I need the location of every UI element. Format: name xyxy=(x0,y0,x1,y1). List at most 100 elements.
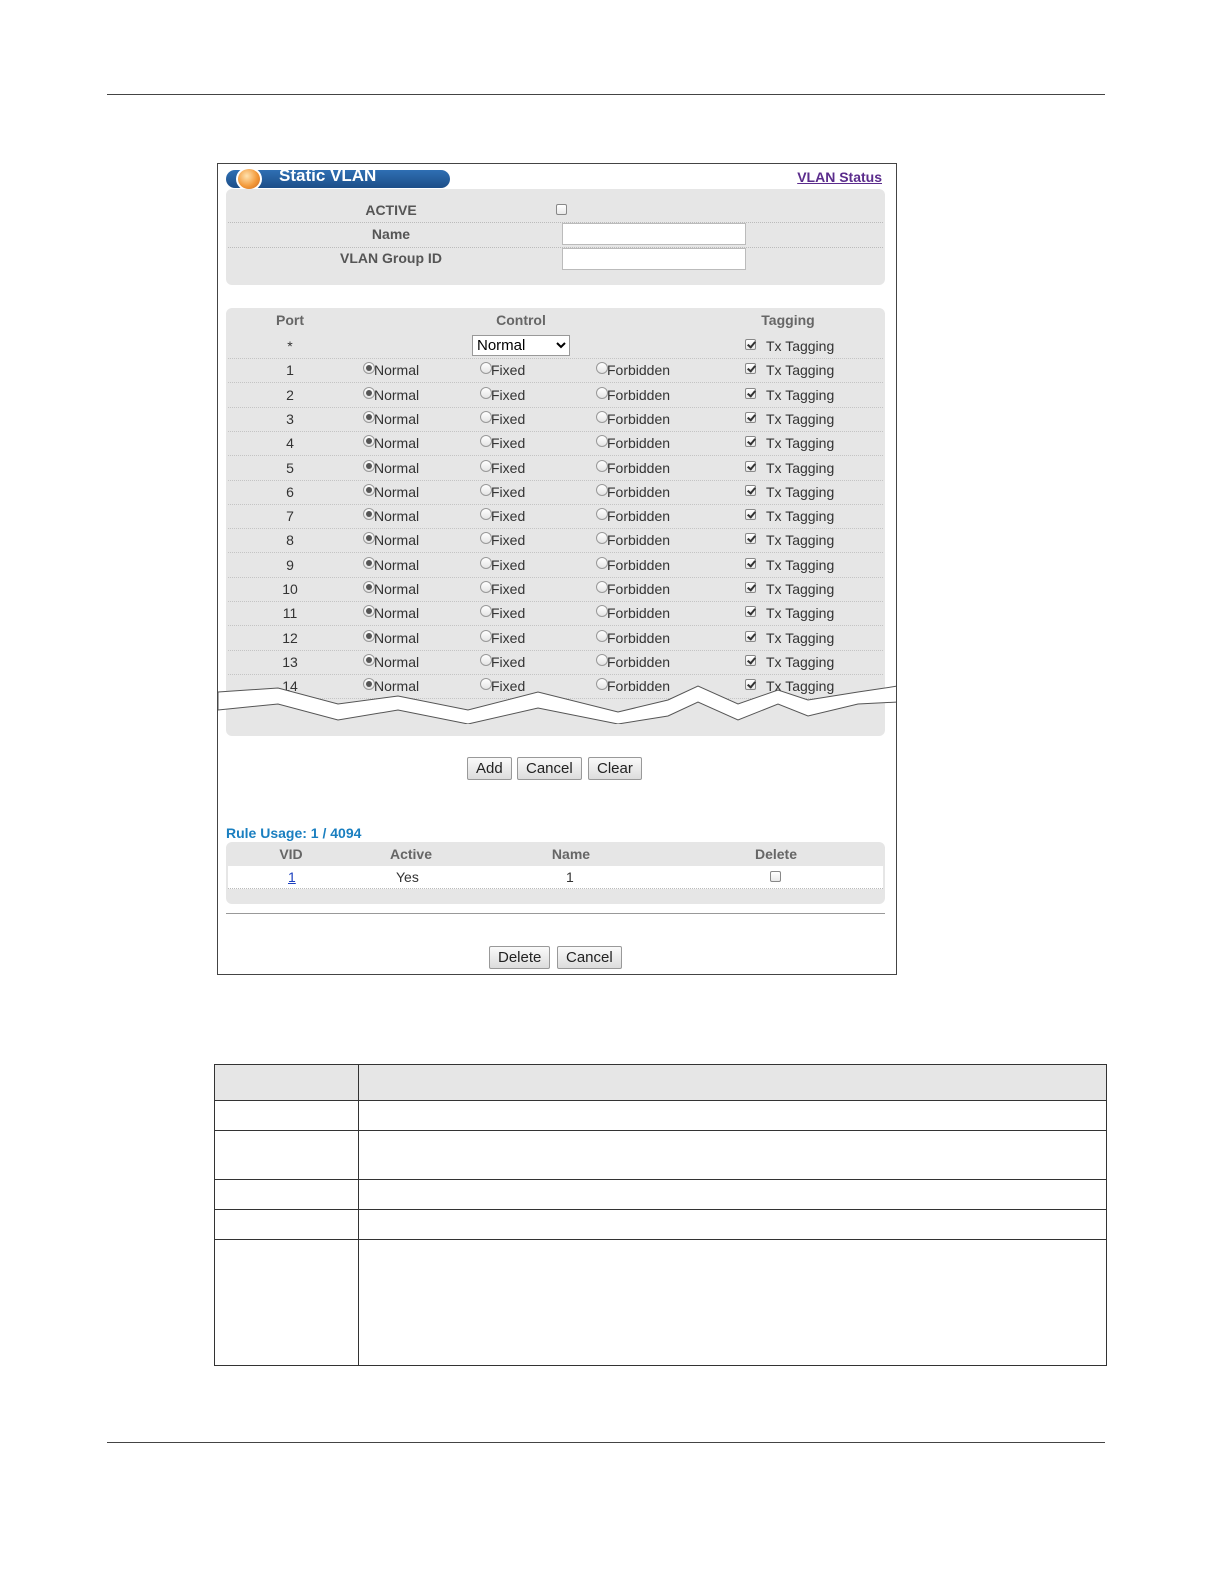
port-number: 3 xyxy=(286,410,294,427)
cancel-delete-button[interactable]: Cancel xyxy=(557,946,622,969)
tx-tagging-checkbox[interactable] xyxy=(745,436,756,448)
add-button[interactable]: Add xyxy=(467,757,512,780)
port-number: 11 xyxy=(282,605,298,622)
control-all-select[interactable]: Normal xyxy=(472,335,570,356)
tx-tagging-label: Tx Tagging xyxy=(766,532,835,549)
port-row: 2 Normal Fixed Forbidden Tx Tagging xyxy=(228,383,883,408)
name-row: Name xyxy=(228,223,883,248)
normal-label: Normal xyxy=(374,605,420,622)
port-number: 4 xyxy=(286,435,294,452)
table-cell xyxy=(358,1130,1107,1180)
table-cell xyxy=(358,1239,1107,1366)
tx-tagging-checkbox[interactable] xyxy=(745,606,756,618)
delete-button[interactable]: Delete xyxy=(489,946,551,969)
vid-link[interactable]: 1 xyxy=(288,869,296,885)
table-cell xyxy=(214,1239,359,1366)
cancel-button[interactable]: Cancel xyxy=(517,757,582,780)
tx-tagging-label: Tx Tagging xyxy=(766,459,835,476)
forbidden-label: Forbidden xyxy=(607,435,671,452)
table-cell xyxy=(358,1100,1107,1131)
vlan-status-link[interactable]: VLAN Status xyxy=(797,169,882,185)
table-cell xyxy=(214,1209,359,1240)
forbidden-label: Forbidden xyxy=(607,532,671,549)
tx-tagging-label: Tx Tagging xyxy=(766,629,835,646)
tx-tagging-all-checkbox[interactable] xyxy=(745,339,756,350)
tx-tagging-checkbox[interactable] xyxy=(745,654,756,666)
fixed-label: Fixed xyxy=(491,581,526,597)
active-row: ACTIVE xyxy=(228,198,883,223)
active-label: ACTIVE xyxy=(365,202,417,218)
forbidden-label: Forbidden xyxy=(607,556,671,573)
group-label: VLAN Group ID xyxy=(340,250,442,266)
delete-checkbox[interactable] xyxy=(770,871,781,882)
normal-label: Normal xyxy=(374,410,420,427)
name-input[interactable] xyxy=(562,223,746,245)
tx-tagging-label: Tx Tagging xyxy=(766,653,835,670)
tx-tagging-checkbox[interactable] xyxy=(745,533,756,545)
tx-tagging-label: Tx Tagging xyxy=(766,508,835,525)
normal-label: Normal xyxy=(374,532,420,549)
tx-tagging-label: Tx Tagging xyxy=(766,581,835,597)
port-number: 12 xyxy=(282,629,298,646)
settings-panel: ACTIVE Name VLAN Group ID xyxy=(226,189,885,285)
port-number: 10 xyxy=(282,581,298,597)
port-row: 1 Normal Fixed Forbidden Tx Tagging xyxy=(228,358,883,384)
normal-label: Normal xyxy=(374,435,420,452)
tx-tagging-label: Tx Tagging xyxy=(766,435,835,452)
normal-label: Normal xyxy=(374,483,420,500)
normal-label: Normal xyxy=(374,581,420,597)
clear-button[interactable]: Clear xyxy=(588,757,642,780)
tx-tagging-checkbox[interactable] xyxy=(745,484,756,496)
active-checkbox[interactable] xyxy=(556,204,567,215)
orb-icon xyxy=(236,167,262,191)
forbidden-label: Forbidden xyxy=(607,653,671,670)
port-row: 13 Normal Fixed Forbidden Tx Tagging xyxy=(228,650,883,675)
forbidden-label: Forbidden xyxy=(607,410,671,427)
header-control: Control xyxy=(496,312,546,328)
fixed-label: Fixed xyxy=(491,605,526,622)
header-tagging: Tagging xyxy=(761,312,815,328)
vlan-active: Yes xyxy=(396,869,419,885)
bottom-rule xyxy=(107,1442,1105,1443)
tx-tagging-checkbox[interactable] xyxy=(745,460,756,472)
header-vid: VID xyxy=(279,846,303,862)
forbidden-label: Forbidden xyxy=(607,605,671,622)
table-cell xyxy=(358,1064,1107,1101)
port-number: 5 xyxy=(286,459,294,476)
fixed-label: Fixed xyxy=(491,556,526,573)
port-row: 9 Normal Fixed Forbidden Tx Tagging xyxy=(228,553,883,578)
tx-tagging-label: Tx Tagging xyxy=(766,410,835,427)
description-table xyxy=(214,1064,1107,1366)
forbidden-label: Forbidden xyxy=(607,629,671,646)
header-delete: Delete xyxy=(754,846,798,862)
tx-tagging-checkbox[interactable] xyxy=(745,411,756,423)
port-number: * xyxy=(287,338,293,354)
normal-label: Normal xyxy=(374,459,420,476)
port-number: 6 xyxy=(286,483,294,500)
table-cell xyxy=(358,1179,1107,1210)
port-row: 4 Normal Fixed Forbidden Tx Tagging xyxy=(228,431,883,457)
tx-tagging-label: Tx Tagging xyxy=(766,386,835,403)
tx-tagging-checkbox[interactable] xyxy=(745,387,756,399)
tx-tagging-checkbox[interactable] xyxy=(745,582,756,593)
group-id-input[interactable] xyxy=(562,248,746,270)
forbidden-label: Forbidden xyxy=(607,508,671,525)
fixed-label: Fixed xyxy=(491,410,526,427)
port-row: 5 Normal Fixed Forbidden Tx Tagging xyxy=(228,456,883,481)
tx-tagging-checkbox[interactable] xyxy=(745,509,756,521)
fixed-label: Fixed xyxy=(491,508,526,525)
vlan-list-panel: VID Active Name Delete 1 Yes 1 xyxy=(226,842,885,904)
forbidden-label: Forbidden xyxy=(607,581,671,597)
forbidden-label: Forbidden xyxy=(607,483,671,500)
fixed-label: Fixed xyxy=(491,459,526,476)
port-row: 12 Normal Fixed Forbidden Tx Tagging xyxy=(228,626,883,651)
port-row: 8 Normal Fixed Forbidden Tx Tagging xyxy=(228,528,883,554)
top-rule xyxy=(107,94,1105,95)
fixed-label: Fixed xyxy=(491,483,526,500)
rule-usage: Rule Usage: 1 / 4094 xyxy=(226,825,362,841)
tx-tagging-checkbox[interactable] xyxy=(745,557,756,569)
normal-label: Normal xyxy=(374,629,420,646)
tx-tagging-checkbox[interactable] xyxy=(745,630,756,642)
forbidden-label: Forbidden xyxy=(607,362,671,379)
tx-tagging-checkbox[interactable] xyxy=(745,363,756,375)
